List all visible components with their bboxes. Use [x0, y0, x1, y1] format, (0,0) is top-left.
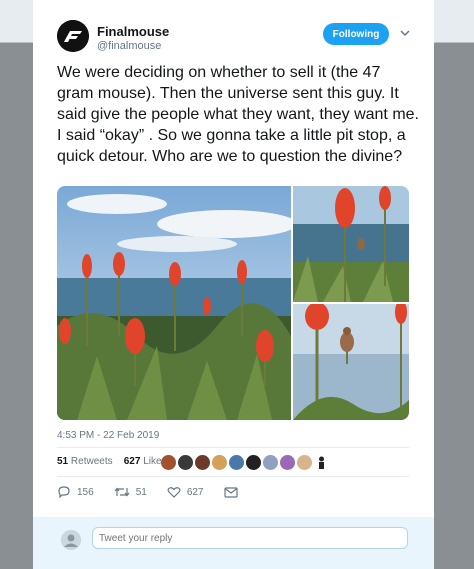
finalmouse-logo-icon	[57, 20, 89, 52]
reply-input[interactable]	[92, 527, 408, 549]
envelope-icon	[223, 486, 238, 498]
avatar[interactable]	[280, 455, 295, 470]
heart-icon	[167, 487, 181, 498]
aloe-flowers-photo[interactable]	[57, 186, 291, 420]
avatar[interactable]	[297, 455, 312, 470]
reply-button[interactable]: 156	[57, 486, 94, 498]
divider	[57, 476, 409, 477]
tweet-card: Finalmouse @finalmouse Following We were…	[33, 0, 434, 569]
user-avatar[interactable]	[61, 530, 81, 550]
retweet-button[interactable]: 51	[114, 486, 147, 498]
avatar[interactable]	[246, 455, 261, 470]
tweet-media-grid	[57, 186, 409, 420]
avatar[interactable]	[314, 455, 329, 470]
following-button[interactable]: Following	[323, 23, 389, 45]
tweet-actions: 156 51 627	[57, 486, 264, 498]
hummingbird-on-aloe-photo[interactable]	[293, 186, 409, 302]
reply-icon	[58, 486, 70, 498]
avatar[interactable]	[229, 455, 244, 470]
liker-avatars	[161, 455, 329, 471]
hummingbird-closeup-photo[interactable]	[293, 304, 409, 420]
direct-message-button[interactable]	[223, 486, 244, 498]
retweets-stat[interactable]: 51 Retweets	[57, 456, 113, 467]
chevron-down-icon[interactable]	[399, 28, 411, 38]
tweet-text: We were deciding on whether to sell it (…	[57, 64, 419, 165]
divider	[57, 447, 409, 448]
author-handle[interactable]: @finalmouse	[97, 40, 161, 52]
avatar[interactable]	[212, 455, 227, 470]
avatar[interactable]	[195, 455, 210, 470]
author-name[interactable]: Finalmouse	[97, 24, 169, 39]
reply-composer	[33, 517, 434, 569]
avatar[interactable]	[161, 455, 176, 470]
author-avatar[interactable]	[57, 20, 89, 52]
avatar[interactable]	[263, 455, 278, 470]
retweet-icon	[114, 487, 130, 497]
avatar[interactable]	[178, 455, 193, 470]
tweet-timestamp[interactable]: 4:53 PM - 22 Feb 2019	[57, 430, 159, 441]
default-avatar-icon	[61, 530, 81, 550]
tweet-stats: 51 Retweets 627 Likes	[57, 456, 167, 467]
like-button[interactable]: 627	[167, 486, 204, 498]
